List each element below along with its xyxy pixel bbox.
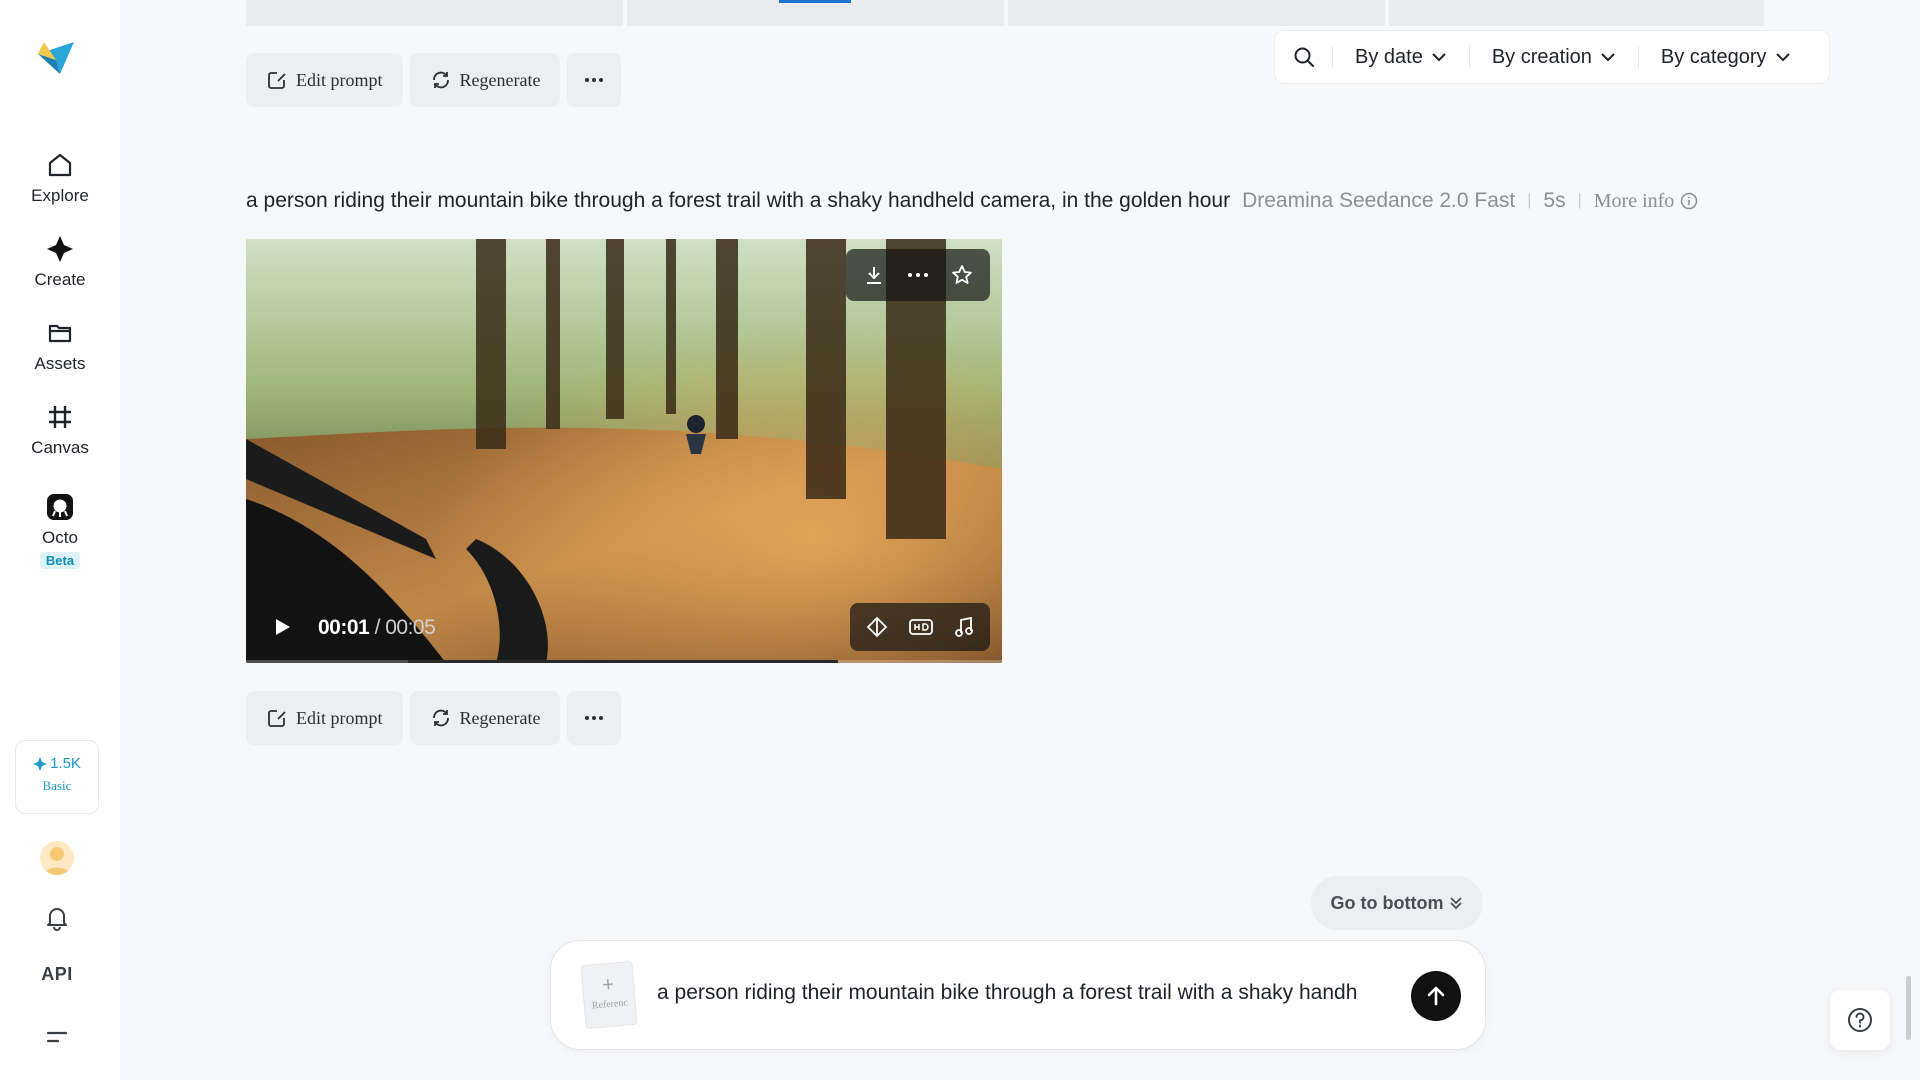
filter-label: By category: [1660, 45, 1767, 68]
video-toolbar-bottom: [850, 603, 990, 651]
sidebar: Explore Create Assets Canvas Octo Beta 1…: [0, 0, 120, 1080]
sidebar-item-label: Explore: [31, 186, 89, 205]
more-info-label: More info: [1593, 189, 1675, 212]
hd-icon[interactable]: [909, 618, 933, 636]
action-row: Edit prompt Regenerate: [246, 691, 622, 745]
credits-card[interactable]: 1.5K Basic: [15, 740, 99, 814]
model-name: Dreamina Seedance 2.0 Fast: [1242, 189, 1516, 212]
button-label: Edit prompt: [296, 707, 383, 728]
divider: |: [1527, 192, 1532, 209]
duration: 5s: [1543, 189, 1566, 212]
filter-by-category[interactable]: By category: [1639, 46, 1813, 68]
filter-by-creation[interactable]: By creation: [1470, 46, 1639, 68]
prompt-input[interactable]: [657, 981, 1397, 1005]
video-progress-bar[interactable]: [246, 660, 1002, 663]
regenerate-button[interactable]: Regenerate: [409, 691, 561, 745]
notification-bell-icon[interactable]: [40, 901, 74, 935]
sidebar-item-canvas[interactable]: Canvas: [0, 402, 120, 458]
search-button[interactable]: [1275, 46, 1333, 68]
edit-prompt-button[interactable]: Edit prompt: [246, 691, 403, 745]
edit-prompt-button[interactable]: Edit prompt: [246, 53, 403, 107]
avatar[interactable]: [40, 841, 74, 875]
filter-label: By creation: [1491, 45, 1592, 68]
thumbnail-strip: [1008, 0, 1385, 26]
go-to-bottom-label: Go to bottom: [1330, 892, 1444, 913]
action-row: Edit prompt Regenerate: [246, 53, 622, 107]
button-label: Regenerate: [459, 707, 541, 728]
go-to-bottom-button[interactable]: Go to bottom: [1311, 876, 1483, 930]
help-button[interactable]: [1830, 990, 1890, 1050]
more-icon[interactable]: [907, 272, 929, 278]
extend-icon[interactable]: [866, 616, 888, 638]
button-label: Edit prompt: [296, 69, 383, 90]
refresh-icon: [432, 71, 449, 89]
video-toolbar-top: [846, 249, 990, 301]
help-icon: [1848, 1008, 1872, 1032]
edit-icon: [268, 72, 286, 89]
sidebar-item-assets[interactable]: Assets: [0, 318, 120, 374]
filter-by-date[interactable]: By date: [1333, 46, 1470, 68]
canvas-icon: [49, 406, 71, 428]
chevron-down-icon: [1775, 53, 1790, 62]
sidebar-item-explore[interactable]: Explore: [0, 150, 120, 206]
sidebar-item-label: Octo: [42, 528, 78, 547]
download-icon[interactable]: [863, 264, 885, 286]
progress-accent: [779, 0, 851, 3]
credits-amount: 1.5K: [50, 755, 81, 772]
total-time: / 00:05: [374, 616, 436, 639]
sparkle-icon: [47, 236, 73, 262]
beta-badge: Beta: [39, 552, 81, 569]
reference-label: Referenc: [591, 997, 629, 1012]
progress-buffer: [408, 660, 838, 663]
edit-icon: [268, 710, 286, 727]
generation-header: a person riding their mountain bike thro…: [246, 189, 1698, 213]
scrollbar[interactable]: [1906, 976, 1911, 1040]
info-icon: [1681, 192, 1698, 210]
sidebar-item-octo[interactable]: Octo Beta: [0, 492, 120, 570]
more-options-button[interactable]: [567, 691, 622, 745]
button-label: Regenerate: [459, 69, 541, 90]
sidebar-item-create[interactable]: Create: [0, 234, 120, 290]
music-note-icon[interactable]: [954, 616, 974, 638]
filter-bar: By date By creation By category: [1274, 30, 1830, 84]
more-icon: [585, 78, 604, 82]
thumbnail-strip: [627, 0, 1004, 26]
play-icon[interactable]: [270, 615, 294, 639]
api-link[interactable]: API: [30, 964, 84, 985]
refresh-icon: [432, 709, 449, 727]
sidebar-item-label: Assets: [34, 354, 86, 373]
app-logo-icon[interactable]: [36, 38, 76, 78]
video-time: 00:01 / 00:05: [318, 616, 436, 640]
more-info-link[interactable]: More info: [1594, 190, 1699, 213]
arrow-up-icon: [1427, 986, 1445, 1006]
menu-icon[interactable]: [40, 1020, 74, 1054]
more-icon: [585, 716, 604, 720]
octo-icon: [47, 494, 73, 520]
search-icon: [1294, 47, 1314, 67]
filter-label: By date: [1355, 45, 1423, 68]
star-icon[interactable]: [951, 264, 973, 286]
sidebar-item-label: Create: [34, 270, 86, 289]
reference-upload-button[interactable]: + Referenc: [580, 960, 638, 1030]
divider: |: [1577, 192, 1582, 209]
sidebar-item-label: Canvas: [31, 438, 89, 457]
thumbnail-strip: [1389, 0, 1764, 26]
prompt-composer: + Referenc: [550, 940, 1486, 1050]
video-frame: [246, 239, 1002, 663]
send-button[interactable]: [1411, 971, 1461, 1021]
current-time: 00:01: [318, 616, 370, 639]
plan-tier: Basic: [42, 778, 72, 793]
sparkle-icon: [33, 756, 48, 771]
plus-icon: +: [601, 973, 615, 997]
double-chevron-down-icon: [1450, 897, 1463, 910]
video-player[interactable]: 00:01 / 00:05: [246, 239, 1002, 663]
folder-icon: [48, 324, 72, 343]
chevron-down-icon: [1601, 53, 1615, 62]
regenerate-button[interactable]: Regenerate: [409, 53, 561, 107]
prompt-text: a person riding their mountain bike thro…: [246, 189, 1231, 212]
chevron-down-icon: [1432, 53, 1446, 62]
home-icon: [48, 153, 72, 177]
thumbnail-strip: [246, 0, 623, 26]
more-options-button[interactable]: [567, 53, 622, 107]
